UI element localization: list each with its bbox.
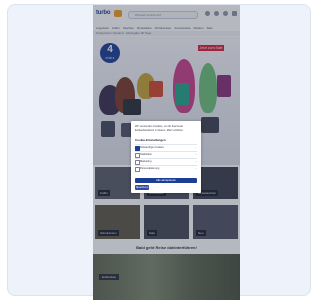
- cookie-option-label: Notwendige Cookies: [140, 146, 164, 149]
- cookie-option[interactable]: Personalisierung ⌄: [135, 166, 197, 172]
- website-screenshot: turbo Wonach suchst du? Angebote Koffer …: [93, 5, 240, 300]
- cookie-heading: Cookie-Einstellungen: [135, 138, 166, 142]
- cookie-option-label: Marketing: [140, 160, 152, 163]
- cookie-intro-line: Wir verwenden Cookies, um dir das beste: [135, 125, 184, 128]
- chevron-down-icon[interactable]: ⌄: [195, 153, 197, 156]
- chevron-down-icon[interactable]: ⌄: [195, 167, 197, 170]
- chevron-down-icon[interactable]: ⌄: [195, 160, 197, 163]
- save-settings-button[interactable]: Speichern: [135, 185, 149, 190]
- cookie-option[interactable]: Notwendige Cookies ⌄: [135, 145, 197, 151]
- cookie-option-label: Statistiken: [140, 153, 152, 156]
- accept-all-button[interactable]: Alle akzeptieren: [135, 178, 197, 183]
- cookie-option[interactable]: Statistiken ⌄: [135, 152, 197, 158]
- chevron-down-icon[interactable]: ⌄: [195, 146, 197, 149]
- cookie-intro-line[interactable]: Einkaufserlebnis zu bieten. Mehr erfahre…: [135, 129, 183, 132]
- cookie-option-label: Personalisierung: [140, 167, 160, 170]
- cookie-consent-dialog: Wir verwenden Cookies, um dir das beste …: [131, 121, 201, 193]
- cookie-option[interactable]: Marketing ⌄: [135, 159, 197, 165]
